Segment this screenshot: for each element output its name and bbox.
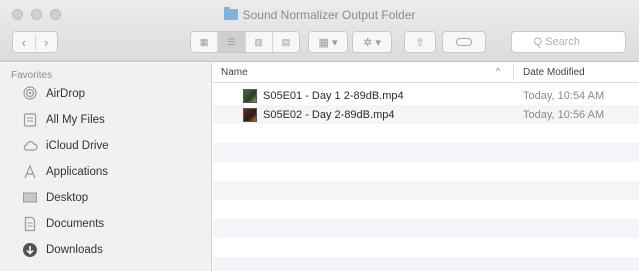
sidebar-item-label: Downloads — [46, 244, 103, 256]
empty-row — [213, 124, 639, 143]
sidebar-item-downloads[interactable]: Downloads — [22, 240, 103, 260]
file-list: Name ^ Date Modified S05E01 - Day 1 2-89… — [213, 63, 639, 271]
cover-flow-button[interactable]: ▤ — [271, 32, 299, 52]
sidebar-item-label: Documents — [46, 218, 105, 230]
sidebar-item-label: iCloud Drive — [46, 140, 109, 152]
column-divider[interactable] — [513, 65, 514, 81]
documents-icon — [22, 216, 38, 232]
column-header-date-modified[interactable]: Date Modified — [523, 67, 585, 78]
forward-button[interactable]: › — [34, 34, 58, 50]
file-name: S05E02 - Day 2-89dB.mp4 — [263, 108, 395, 121]
downloads-icon — [22, 242, 38, 258]
table-row[interactable]: S05E02 - Day 2-89dB.mp4 Today, 10:56 AM — [213, 105, 639, 124]
sidebar-item-icloud-drive[interactable]: iCloud Drive — [22, 136, 109, 156]
empty-row — [213, 200, 639, 219]
view-mode-group: ▦ ☰ ▥ ▤ — [190, 31, 300, 53]
folder-icon — [223, 7, 238, 20]
empty-row — [213, 257, 639, 271]
all-files-icon — [22, 112, 38, 128]
empty-row — [213, 162, 639, 181]
empty-row — [213, 181, 639, 200]
action-gear-button[interactable]: ✲ ▾ — [352, 31, 392, 53]
tag-icon — [456, 38, 472, 46]
column-view-button[interactable]: ▥ — [244, 32, 272, 52]
window-title: Sound Normalizer Output Folder — [0, 7, 639, 22]
search-field[interactable] — [511, 31, 626, 53]
sort-ascending-icon: ^ — [496, 66, 501, 76]
window-title-text: Sound Normalizer Output Folder — [242, 8, 416, 22]
sidebar-item-applications[interactable]: Applications — [22, 162, 108, 182]
finder-window: Sound Normalizer Output Folder ‹ › ▦ ☰ ▥… — [0, 0, 639, 271]
sidebar-item-label: Applications — [46, 166, 109, 178]
back-forward-group: ‹ › — [12, 31, 58, 53]
cloud-icon — [22, 138, 38, 154]
applications-icon — [22, 164, 38, 180]
title-bar: Sound Normalizer Output Folder ‹ › ▦ ☰ ▥… — [0, 0, 639, 62]
back-button[interactable]: ‹ — [13, 35, 35, 50]
sidebar-item-all-my-files[interactable]: All My Files — [22, 110, 105, 130]
list-view-button[interactable]: ☰ — [217, 32, 245, 52]
sidebar-item-documents[interactable]: Documents — [22, 214, 104, 234]
empty-row — [213, 219, 639, 238]
sidebar-item-desktop[interactable]: Desktop — [22, 188, 88, 208]
sidebar-header-favorites: Favorites — [11, 70, 53, 81]
sidebar: Favorites AirDrop All My Files iCloud Dr… — [0, 63, 212, 271]
tags-button[interactable] — [442, 31, 486, 53]
file-date-modified: Today, 10:56 AM — [523, 108, 605, 121]
sidebar-item-label: All My Files — [46, 114, 105, 126]
file-date-modified: Today, 10:54 AM — [523, 89, 605, 102]
table-row[interactable]: S05E01 - Day 1 2-89dB.mp4 Today, 10:54 A… — [213, 86, 639, 105]
file-name: S05E01 - Day 1 2-89dB.mp4 — [263, 89, 404, 102]
desktop-icon — [22, 190, 38, 206]
video-thumbnail-icon — [243, 107, 257, 122]
search-input[interactable] — [533, 36, 604, 48]
empty-row — [213, 238, 639, 257]
share-button[interactable]: ⇧ — [404, 31, 436, 53]
column-header-row: Name ^ Date Modified — [213, 63, 639, 83]
empty-row — [213, 143, 639, 162]
airdrop-icon — [22, 86, 38, 102]
sidebar-item-label: AirDrop — [46, 88, 85, 100]
sidebar-item-airdrop[interactable]: AirDrop — [22, 84, 85, 104]
arrange-button[interactable]: ▦ ▾ — [308, 31, 348, 53]
sidebar-item-label: Desktop — [46, 192, 89, 204]
icon-view-button[interactable]: ▦ — [191, 32, 217, 52]
video-thumbnail-icon — [243, 88, 257, 103]
column-header-name[interactable]: Name — [221, 67, 248, 78]
